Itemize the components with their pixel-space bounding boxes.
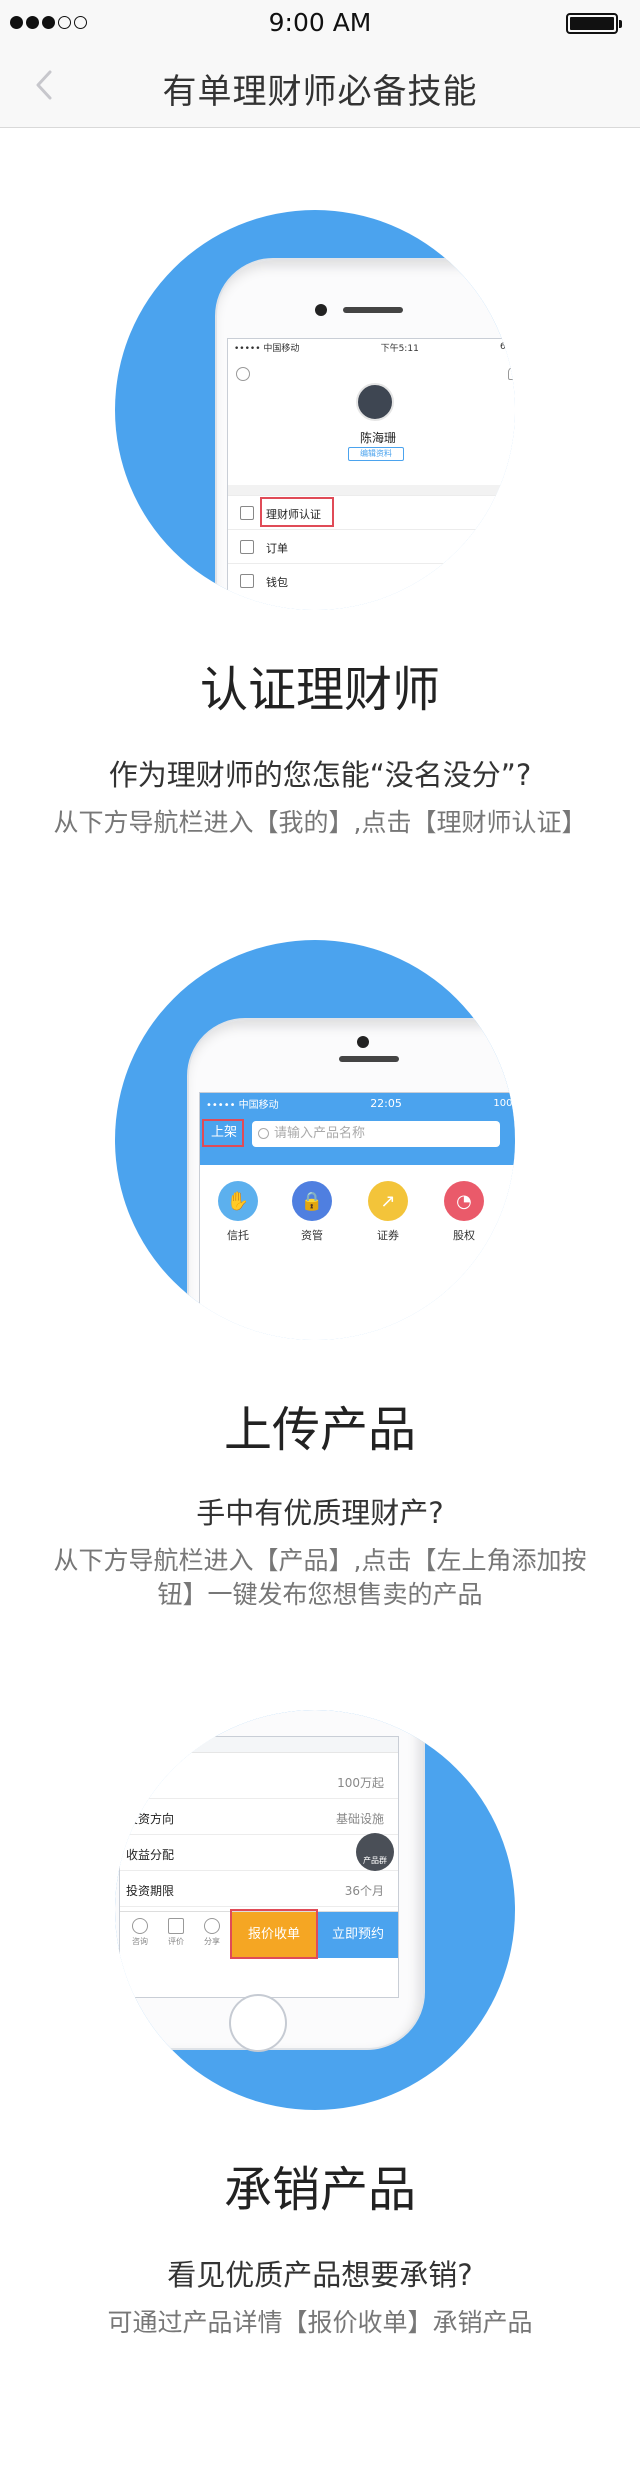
avatar	[356, 383, 394, 421]
menu-row-label: 钱包	[266, 576, 288, 589]
search-placeholder: 请输入产品名称	[274, 1126, 366, 1141]
mock-carrier: ••••• 中国移动	[234, 343, 300, 354]
section-title: 承销产品	[223, 2162, 416, 2218]
category-securities[interactable]: ↗ 证券	[360, 1181, 416, 1243]
section-title: 上传产品	[223, 1402, 416, 1458]
category-label: 证券	[377, 1229, 399, 1242]
status-bar: 9:00 AM	[0, 0, 640, 44]
toolbar-label: 分享	[204, 1937, 220, 1946]
menu-row-label: 订单	[266, 542, 288, 555]
share-button[interactable]: 分享	[194, 1918, 230, 1947]
toolbar-label: 评价	[168, 1937, 184, 1946]
category-label: 资管	[301, 1229, 323, 1242]
bell-icon	[508, 367, 515, 380]
wallet-icon	[240, 574, 254, 588]
detail-row: 投资期限 36个月	[120, 1871, 398, 1907]
detail-key: 收益分配	[126, 1848, 175, 1862]
navigation-bar: 有单理财师必备技能	[0, 44, 640, 128]
battery-icon	[566, 13, 622, 34]
detail-key: 投资方向	[126, 1812, 175, 1826]
mock-carrier: ••••• 中国移动	[206, 1099, 279, 1111]
section-description: 从下方导航栏进入【产品】,点击【左上角添加按钮】一键发布您想售卖的产品	[53, 1546, 587, 1609]
toolbar-label: 咨询	[132, 1937, 148, 1946]
category-label: 股权	[453, 1229, 475, 1242]
detail-row: 门槛 100万起	[120, 1763, 398, 1799]
page-title: 有单理财师必备技能	[162, 72, 478, 112]
detail-key: 投资期限	[126, 1884, 175, 1898]
certificate-icon	[240, 506, 254, 520]
trust-icon: ✋	[218, 1181, 258, 1221]
lock-icon: 🔒	[292, 1181, 332, 1221]
highlight-box	[202, 1119, 244, 1147]
detail-value: 基础设施	[335, 1812, 384, 1826]
edit-profile-button[interactable]: 编辑资料	[348, 447, 404, 461]
category-asset-mgmt[interactable]: 🔒 资管	[284, 1181, 340, 1243]
detail-value: 36个月	[344, 1884, 384, 1898]
highlight-box	[230, 1909, 318, 1959]
detail-key: 门槛	[126, 1776, 151, 1790]
gear-icon	[236, 367, 250, 381]
menu-row-wallet[interactable]: 钱包	[228, 563, 515, 597]
category-label: 信托	[227, 1229, 249, 1242]
pie-icon: ◔	[444, 1181, 484, 1221]
upload-illustration: ••••• 中国移动 22:05 100% 上架 请输入产品名称 ✋ 信托 🔒 …	[115, 940, 515, 1340]
mock-time: 22:05	[370, 1096, 402, 1110]
mock-time: 下午5:11	[380, 343, 419, 354]
search-icon	[258, 1128, 269, 1139]
profile-name: 陈海珊	[359, 431, 396, 445]
book-now-button[interactable]: 立即预约	[316, 1912, 398, 1958]
menu-row-status: 已认	[496, 508, 515, 521]
section-subtitle: 看见优质产品想要承销?	[167, 2258, 473, 2292]
consult-button[interactable]: 咨询	[122, 1918, 158, 1947]
section-description: 从下方导航栏进入【我的】,点击【理财师认证】	[53, 808, 587, 837]
phone-mockup: ••••• 中国移动 22:05 100% 上架 请输入产品名称 ✋ 信托 🔒 …	[187, 1018, 515, 1340]
share-icon	[204, 1918, 220, 1934]
category-equity[interactable]: ◔ 股权	[436, 1181, 492, 1243]
phone-mockup: ••••• 中国移动 下午5:11 68% 陈海珊 编辑资料 理财师认证 已认 …	[215, 258, 515, 610]
trend-icon: ↗	[368, 1181, 408, 1221]
section-description: 可通过产品详情【报价收单】承销产品	[107, 2308, 533, 2337]
phone-mockup: 门槛 100万起 投资方向 基础设施 收益分配 半年 投资期限 36个月 产品群…	[115, 1710, 425, 2052]
highlight-box	[260, 497, 334, 527]
certify-illustration: ••••• 中国移动 下午5:11 68% 陈海珊 编辑资料 理财师认证 已认 …	[115, 210, 515, 610]
home-button-icon	[229, 1994, 287, 2052]
order-icon	[240, 540, 254, 554]
section-subtitle: 作为理财师的您怎能“没名没分”?	[108, 758, 532, 792]
underwrite-illustration: 门槛 100万起 投资方向 基础设施 收益分配 半年 投资期限 36个月 产品群…	[115, 1710, 515, 2110]
section-subtitle: 手中有优质理财产?	[196, 1496, 444, 1530]
status-time: 9:00 AM	[268, 8, 372, 37]
menu-row-orders[interactable]: 订单	[228, 529, 515, 563]
product-group-badge[interactable]: 产品群	[356, 1833, 394, 1871]
category-trust[interactable]: ✋ 信托	[210, 1181, 266, 1243]
review-button[interactable]: 评价	[158, 1918, 194, 1947]
mock-battery: 100%	[493, 1097, 515, 1109]
edit-icon	[168, 1918, 184, 1934]
detail-row: 投资方向 基础设施	[120, 1799, 398, 1835]
question-icon	[132, 1918, 148, 1934]
search-input[interactable]: 请输入产品名称	[252, 1121, 500, 1147]
mock-battery: 68%	[499, 342, 515, 352]
section-title: 认证理财师	[199, 662, 440, 718]
detail-value: 100万起	[337, 1776, 384, 1790]
